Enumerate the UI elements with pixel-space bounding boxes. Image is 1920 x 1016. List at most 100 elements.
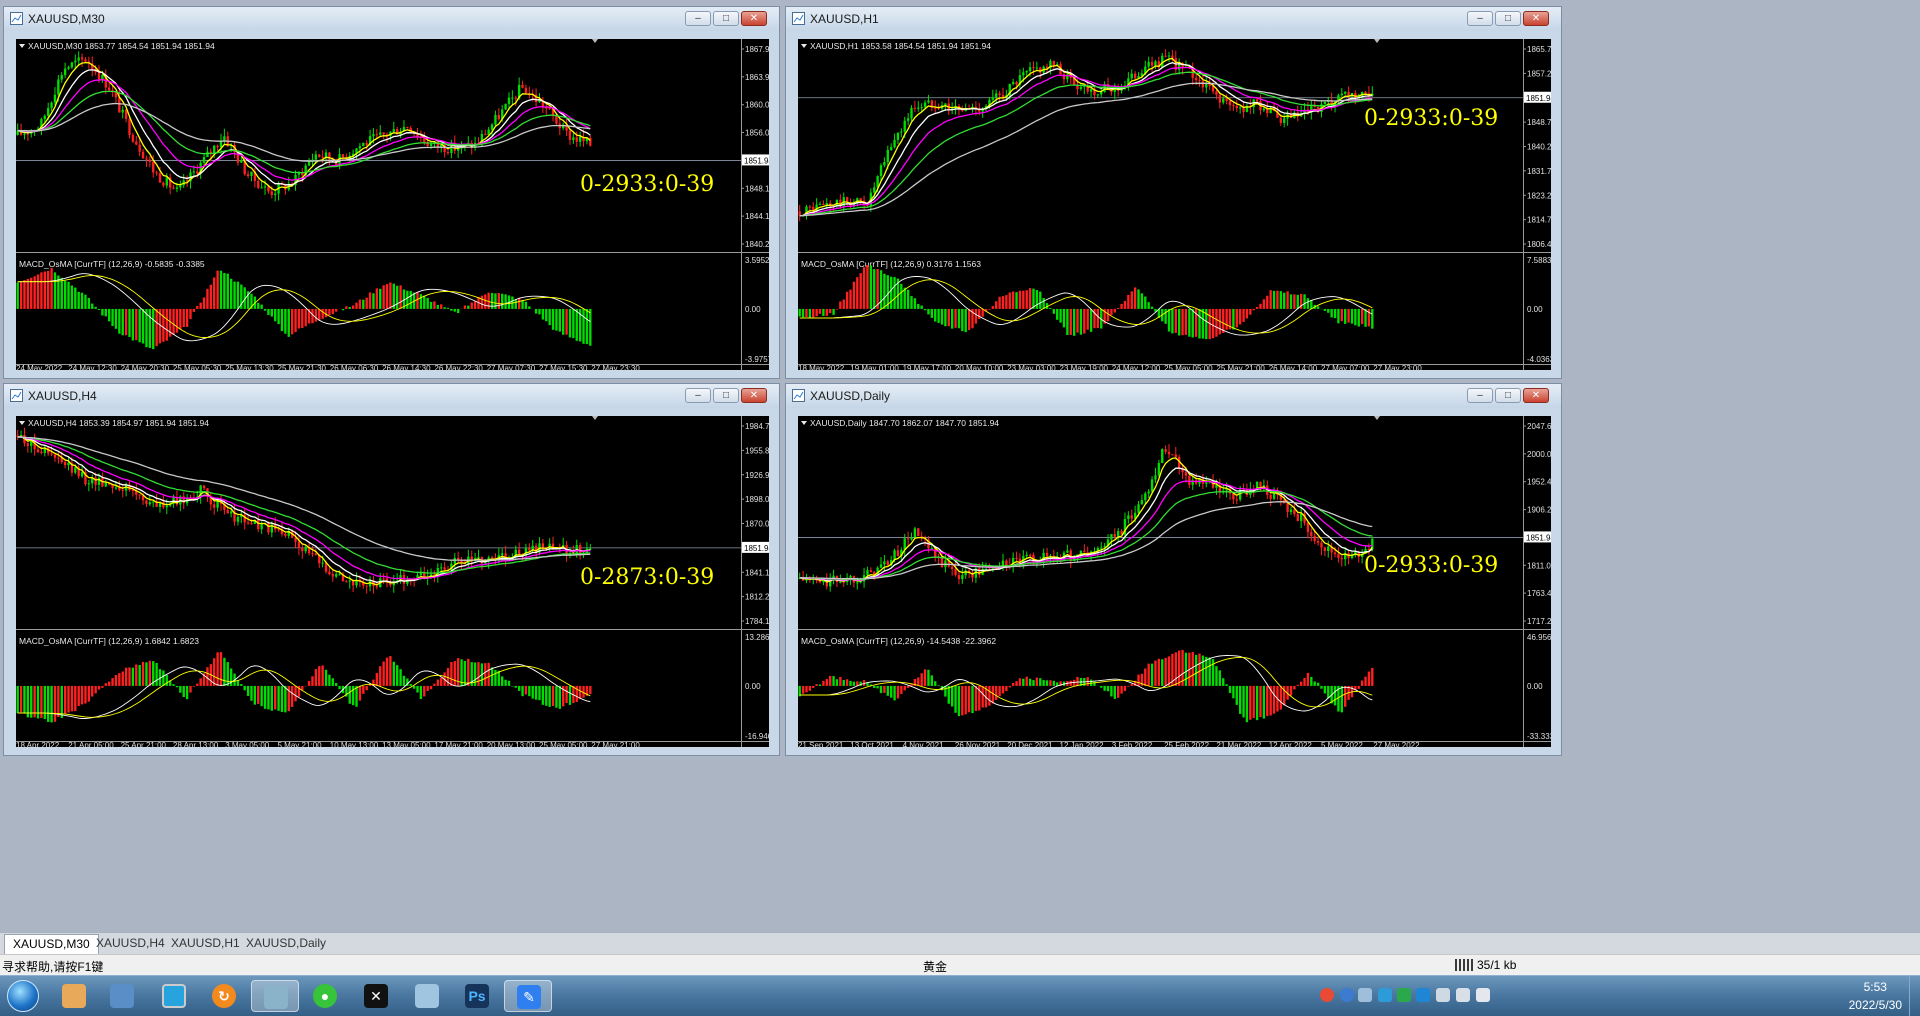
tab-xauusd-h1[interactable]: XAUUSD,H1 <box>163 934 248 953</box>
price-axis-tick: 1848.70 <box>1527 118 1551 127</box>
taskbar-metatrader-app[interactable] <box>251 980 299 1012</box>
macd-bar <box>91 686 93 697</box>
time-axis-tick: 12 Jan 2022 <box>1060 741 1105 747</box>
maximize-button[interactable]: □ <box>713 388 739 403</box>
price-axis-tick: 2047.60 <box>1527 422 1551 431</box>
chart-window-daily[interactable]: XAUUSD,Daily–□✕ XAUUSD,Daily 1847.70 1862… <box>785 383 1562 756</box>
minimize-button[interactable]: – <box>685 11 711 26</box>
price-chart[interactable]: XAUUSD,Daily 1847.70 1862.07 1847.70 185… <box>798 416 1551 747</box>
minimize-button[interactable]: – <box>1467 11 1493 26</box>
price-axis-tick: 1955.85 <box>745 446 769 455</box>
tab-xauusd-daily[interactable]: XAUUSD,Daily <box>238 934 334 953</box>
candle-body <box>1134 74 1136 79</box>
price-chart[interactable]: XAUUSD,H1 1853.58 1854.54 1851.94 1851.9… <box>798 39 1551 370</box>
price-axis-tick: 1865.70 <box>1527 45 1551 54</box>
taskbar-capcut-app[interactable]: ✕ <box>352 980 400 1012</box>
macd-bar <box>332 678 334 686</box>
maximize-button[interactable]: □ <box>1495 11 1521 26</box>
window-titlebar[interactable]: XAUUSD,H4–□✕ <box>4 384 779 408</box>
taskbar-photoshop-app[interactable]: Ps <box>453 980 501 1012</box>
time-axis-tick: 26 May 22:30 <box>434 364 483 370</box>
security-icon[interactable] <box>1416 988 1430 1002</box>
window-titlebar[interactable]: XAUUSD,Daily–□✕ <box>786 384 1561 408</box>
taskbar-update-app[interactable]: ↻ <box>200 980 248 1012</box>
show-desktop-button[interactable] <box>1909 976 1920 1016</box>
close-button[interactable]: ✕ <box>1523 388 1549 403</box>
taskbar-notes-app[interactable] <box>403 980 451 1012</box>
candle-body <box>240 160 242 163</box>
macd-bar <box>284 309 286 334</box>
macd-bar <box>1137 289 1139 308</box>
tab-xauusd-h4[interactable]: XAUUSD,H4 <box>88 934 173 953</box>
maximize-button[interactable]: □ <box>1495 388 1521 403</box>
candle-body <box>247 174 249 176</box>
price-chart[interactable]: XAUUSD,M30 1853.77 1854.54 1851.94 1851.… <box>16 39 769 370</box>
macd-bar <box>1307 673 1309 686</box>
macd-bar <box>132 309 134 341</box>
taskbar-wechat-app[interactable]: ● <box>301 980 349 1012</box>
candle-body <box>856 582 858 583</box>
macd-bar <box>332 309 334 314</box>
help-icon[interactable] <box>1340 988 1354 1002</box>
taskbar-desktop-app[interactable] <box>150 980 198 1012</box>
system-clock[interactable]: 5:53 2022/5/30 <box>1849 978 1902 1014</box>
chart-canvas[interactable]: XAUUSD,M30 1853.77 1854.54 1851.94 1851.… <box>16 39 769 370</box>
macd-bar <box>518 298 520 309</box>
close-button[interactable]: ✕ <box>741 388 767 403</box>
macd-bar <box>298 309 300 329</box>
clock-time: 5:53 <box>1849 978 1902 996</box>
macd-bar <box>362 686 364 694</box>
candle-body <box>203 485 205 488</box>
taskbar-feishu-app[interactable]: ✎ <box>504 980 552 1012</box>
window-titlebar[interactable]: XAUUSD,M30–□✕ <box>4 7 779 31</box>
macd-bar <box>829 309 831 313</box>
chart-canvas[interactable]: XAUUSD,H4 1853.39 1854.97 1851.94 1851.9… <box>16 416 769 747</box>
macd-bar <box>291 686 293 707</box>
tab-xauusd-m30[interactable]: XAUUSD,M30 <box>4 934 99 954</box>
macd-bar <box>1097 309 1099 328</box>
macd-bar <box>399 669 401 686</box>
candle-body <box>457 149 459 151</box>
macd-bar <box>196 684 198 686</box>
chart-canvas[interactable]: XAUUSD,H1 1853.58 1854.54 1851.94 1851.9… <box>798 39 1551 370</box>
macd-bar <box>44 686 46 719</box>
macd-bar <box>856 277 858 309</box>
network-status-icon[interactable] <box>1456 988 1470 1002</box>
macd-bar <box>88 686 90 702</box>
minimize-button[interactable]: – <box>1467 388 1493 403</box>
candle-body <box>447 152 449 153</box>
candle-body <box>887 561 889 565</box>
volume-icon[interactable] <box>1436 988 1450 1002</box>
minimize-button[interactable]: – <box>685 388 711 403</box>
macd-bar <box>1205 657 1207 686</box>
macd-bar <box>23 280 25 309</box>
chart-canvas[interactable]: XAUUSD,Daily 1847.70 1862.07 1847.70 185… <box>798 416 1551 747</box>
macd-bar <box>1127 686 1129 687</box>
macd-bar <box>308 681 310 686</box>
battery-icon[interactable] <box>1476 988 1490 1002</box>
window-title: XAUUSD,H1 <box>810 12 879 26</box>
close-button[interactable]: ✕ <box>1523 11 1549 26</box>
chart-window-h4[interactable]: XAUUSD,H4–□✕ XAUUSD,H4 1853.39 1854.97 18… <box>3 383 780 756</box>
window-titlebar[interactable]: XAUUSD,H1 –□✕ <box>786 7 1561 31</box>
usb-icon[interactable] <box>1358 988 1372 1002</box>
time-axis-tick: 27 May 21:00 <box>591 741 640 747</box>
time-axis-tick: 20 Dec 2021 <box>1007 741 1053 747</box>
tray-app-icon[interactable] <box>1378 988 1392 1002</box>
start-button[interactable] <box>2 980 44 1012</box>
maximize-button[interactable]: □ <box>713 11 739 26</box>
price-chart[interactable]: XAUUSD,H4 1853.39 1854.97 1851.94 1851.9… <box>16 416 769 747</box>
chart-window-m30[interactable]: XAUUSD,M30–□✕ XAUUSD,M30 1853.77 1854.54 … <box>3 6 780 379</box>
macd-bar <box>498 293 500 309</box>
macd-bar <box>1219 670 1221 686</box>
macd-bar <box>128 667 130 686</box>
shield-icon[interactable] <box>1397 988 1411 1002</box>
sogou-icon[interactable] <box>1320 988 1334 1002</box>
taskbar-paint-app[interactable] <box>50 980 98 1012</box>
macd-bar <box>799 309 801 317</box>
taskbar-network-app[interactable] <box>98 980 146 1012</box>
close-button[interactable]: ✕ <box>741 11 767 26</box>
macd-bar <box>369 292 371 309</box>
candle-body <box>247 522 249 523</box>
chart-window-h1[interactable]: XAUUSD,H1 –□✕ XAUUSD,H1 1853.58 1854.54 18… <box>785 6 1562 379</box>
